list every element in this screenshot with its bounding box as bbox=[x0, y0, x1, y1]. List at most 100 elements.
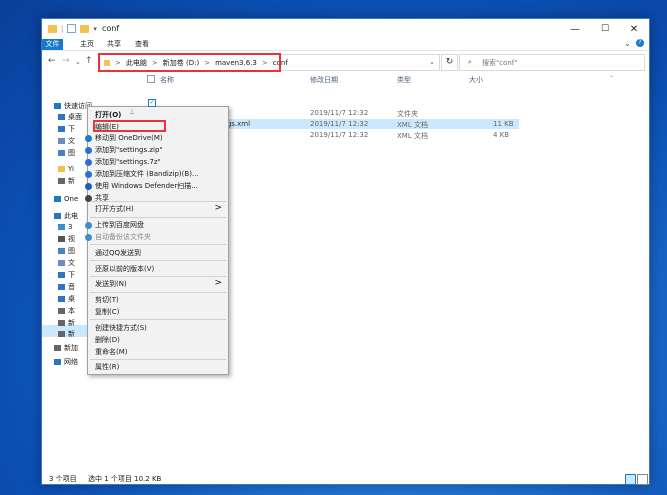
context-menu-item[interactable]: 使用 Windows Defender扫描... bbox=[85, 181, 228, 192]
context-menu-item[interactable]: 复制(C) bbox=[88, 307, 228, 318]
nav-item-label: 新 bbox=[68, 329, 75, 338]
help-icon[interactable]: ? bbox=[636, 39, 644, 47]
maximize-button[interactable]: ☐ bbox=[590, 19, 620, 39]
bandizip-icon bbox=[85, 171, 92, 178]
nav-item-label: 新 bbox=[68, 176, 75, 185]
nav-item-label: 视 bbox=[68, 234, 75, 243]
context-menu-item[interactable]: 上传到百度网盘 bbox=[85, 220, 228, 231]
context-menu-item-label: 剪切(T) bbox=[95, 296, 119, 304]
onedrive-icon bbox=[85, 135, 92, 142]
nav-item-label: 此电 bbox=[64, 211, 78, 220]
nav-item[interactable]: 文 bbox=[58, 135, 75, 146]
nav-item[interactable]: 图 bbox=[58, 245, 75, 256]
context-menu-item[interactable]: 重命名(M) bbox=[88, 347, 228, 358]
nav-item[interactable]: 新加 bbox=[54, 342, 78, 353]
context-menu-item[interactable]: 编辑(E) bbox=[88, 122, 228, 133]
menu-separator bbox=[90, 359, 226, 360]
collapse-ribbon-icon[interactable]: ⌄ bbox=[624, 39, 631, 48]
column-header-date[interactable]: 修改日期 bbox=[310, 75, 338, 85]
nav-item[interactable]: 本 bbox=[58, 305, 75, 316]
context-menu-item-label: 重命名(M) bbox=[95, 348, 128, 356]
context-menu-item[interactable]: 打开方式(H) > bbox=[88, 203, 228, 215]
nav-item[interactable]: 新 bbox=[58, 317, 75, 328]
back-button[interactable]: ← bbox=[48, 56, 56, 66]
nav-item[interactable]: 此电 bbox=[54, 210, 78, 221]
nav-item[interactable]: 图 bbox=[58, 147, 75, 158]
up-button[interactable]: ↑ bbox=[85, 56, 93, 66]
minimize-button[interactable]: — bbox=[560, 19, 590, 39]
nav-item[interactable]: 下 bbox=[58, 269, 75, 280]
nav-item[interactable]: 桌 bbox=[58, 293, 75, 304]
context-menu-item[interactable]: 还原以前的版本(V) bbox=[88, 264, 228, 275]
tab-share[interactable]: 共享 bbox=[101, 39, 127, 50]
nav-item[interactable]: 下 bbox=[58, 123, 75, 134]
tab-file[interactable]: 文件 bbox=[42, 39, 63, 50]
column-header-size[interactable]: 大小 bbox=[469, 75, 483, 85]
nav-item-label: 文 bbox=[68, 136, 75, 145]
large-icons-view-button[interactable] bbox=[637, 474, 648, 485]
menu-separator bbox=[90, 276, 226, 277]
nav-item[interactable]: 桌面 bbox=[58, 111, 82, 122]
address-highlight-box bbox=[98, 53, 281, 72]
customize-toolbar-icon[interactable]: ▾ bbox=[93, 25, 97, 33]
nav-item[interactable]: One bbox=[54, 193, 78, 204]
properties-icon[interactable] bbox=[67, 24, 77, 33]
menu-separator bbox=[90, 201, 226, 202]
context-menu-item[interactable]: 共享 bbox=[85, 193, 228, 204]
refresh-button[interactable]: ↻ bbox=[441, 54, 458, 71]
tab-view[interactable]: 查看 bbox=[129, 39, 155, 50]
column-header-type[interactable]: 类型 bbox=[397, 75, 411, 85]
context-menu-item[interactable]: 创建快捷方式(S) bbox=[88, 323, 228, 334]
nav-item-label: 文 bbox=[68, 258, 75, 267]
context-menu-item[interactable]: 移动到 OneDrive(M) bbox=[85, 133, 228, 144]
context-menu-item[interactable]: 打开(O) bbox=[88, 110, 228, 121]
picture-icon bbox=[58, 149, 65, 156]
context-menu-item[interactable]: 发送到(N) > bbox=[88, 278, 228, 290]
search-input[interactable]: ⌕ 搜索"conf" bbox=[459, 54, 645, 71]
search-icon: ⌕ bbox=[468, 58, 472, 66]
recent-locations-button[interactable]: ⌄ bbox=[75, 58, 81, 66]
submenu-arrow-icon: > bbox=[214, 278, 222, 288]
context-menu-item[interactable]: 删除(D) bbox=[88, 335, 228, 346]
context-menu-item[interactable]: 添加到"settings.7z" bbox=[85, 157, 228, 168]
nav-item[interactable]: 网络 bbox=[54, 356, 78, 367]
context-menu-item-label: 通过QQ发送到 bbox=[95, 249, 142, 257]
file-row-selected[interactable]: settings.xml 2019/11/7 12:32 XML 文档 11 K… bbox=[187, 119, 519, 129]
expand-column-icon[interactable]: ⌃ bbox=[609, 75, 614, 82]
nav-item[interactable]: 3 bbox=[58, 221, 72, 232]
context-menu-item-label: 编辑(E) bbox=[95, 123, 119, 131]
row-checkbox[interactable]: ✓ bbox=[148, 99, 156, 107]
details-view-button[interactable] bbox=[625, 474, 636, 485]
context-menu-item[interactable]: 属性(R) bbox=[88, 362, 228, 373]
context-menu-item-label: 使用 Windows Defender扫描... bbox=[95, 182, 198, 190]
context-menu-item-label: 共享 bbox=[95, 194, 109, 202]
file-type: XML 文档 bbox=[397, 121, 428, 129]
close-button[interactable]: ✕ bbox=[619, 19, 649, 39]
quick-access-toolbar: | ▾ bbox=[48, 24, 97, 33]
desktop-icon bbox=[58, 113, 65, 120]
cloud-icon bbox=[54, 195, 61, 202]
nav-item[interactable]: 视 bbox=[58, 233, 75, 244]
column-header-name[interactable]: 名称 bbox=[160, 75, 174, 85]
context-menu-item[interactable]: 通过QQ发送到 bbox=[88, 248, 228, 259]
context-menu-item[interactable]: 添加到压缩文件 (Bandizip)(B)... bbox=[85, 169, 228, 180]
context-menu-item[interactable]: 自动备份该文件夹 bbox=[85, 232, 228, 243]
search-placeholder: 搜索"conf" bbox=[482, 59, 518, 67]
forward-button[interactable]: → bbox=[62, 56, 70, 66]
nav-item[interactable]: 文 bbox=[58, 257, 75, 268]
nav-item[interactable]: 新 bbox=[58, 328, 75, 339]
tab-home[interactable]: 主页 bbox=[74, 39, 100, 50]
new-folder-icon[interactable] bbox=[80, 24, 90, 33]
context-menu-item-label: 添加到"settings.7z" bbox=[95, 158, 161, 166]
context-menu-item[interactable]: 添加到"settings.zip" bbox=[85, 145, 228, 156]
nav-item[interactable]: 新 bbox=[58, 175, 75, 186]
nav-item[interactable]: 音 bbox=[58, 281, 75, 292]
context-menu-item-label: 复制(C) bbox=[95, 308, 120, 316]
address-dropdown-icon[interactable]: ⌄ bbox=[429, 58, 435, 66]
select-all-checkbox[interactable] bbox=[147, 75, 155, 83]
3d-icon bbox=[58, 223, 65, 230]
nav-item[interactable]: Yi bbox=[58, 163, 74, 174]
context-menu-item[interactable]: 剪切(T) bbox=[88, 295, 228, 306]
baidu-icon bbox=[85, 234, 92, 241]
nav-item-label: 桌面 bbox=[68, 112, 82, 121]
